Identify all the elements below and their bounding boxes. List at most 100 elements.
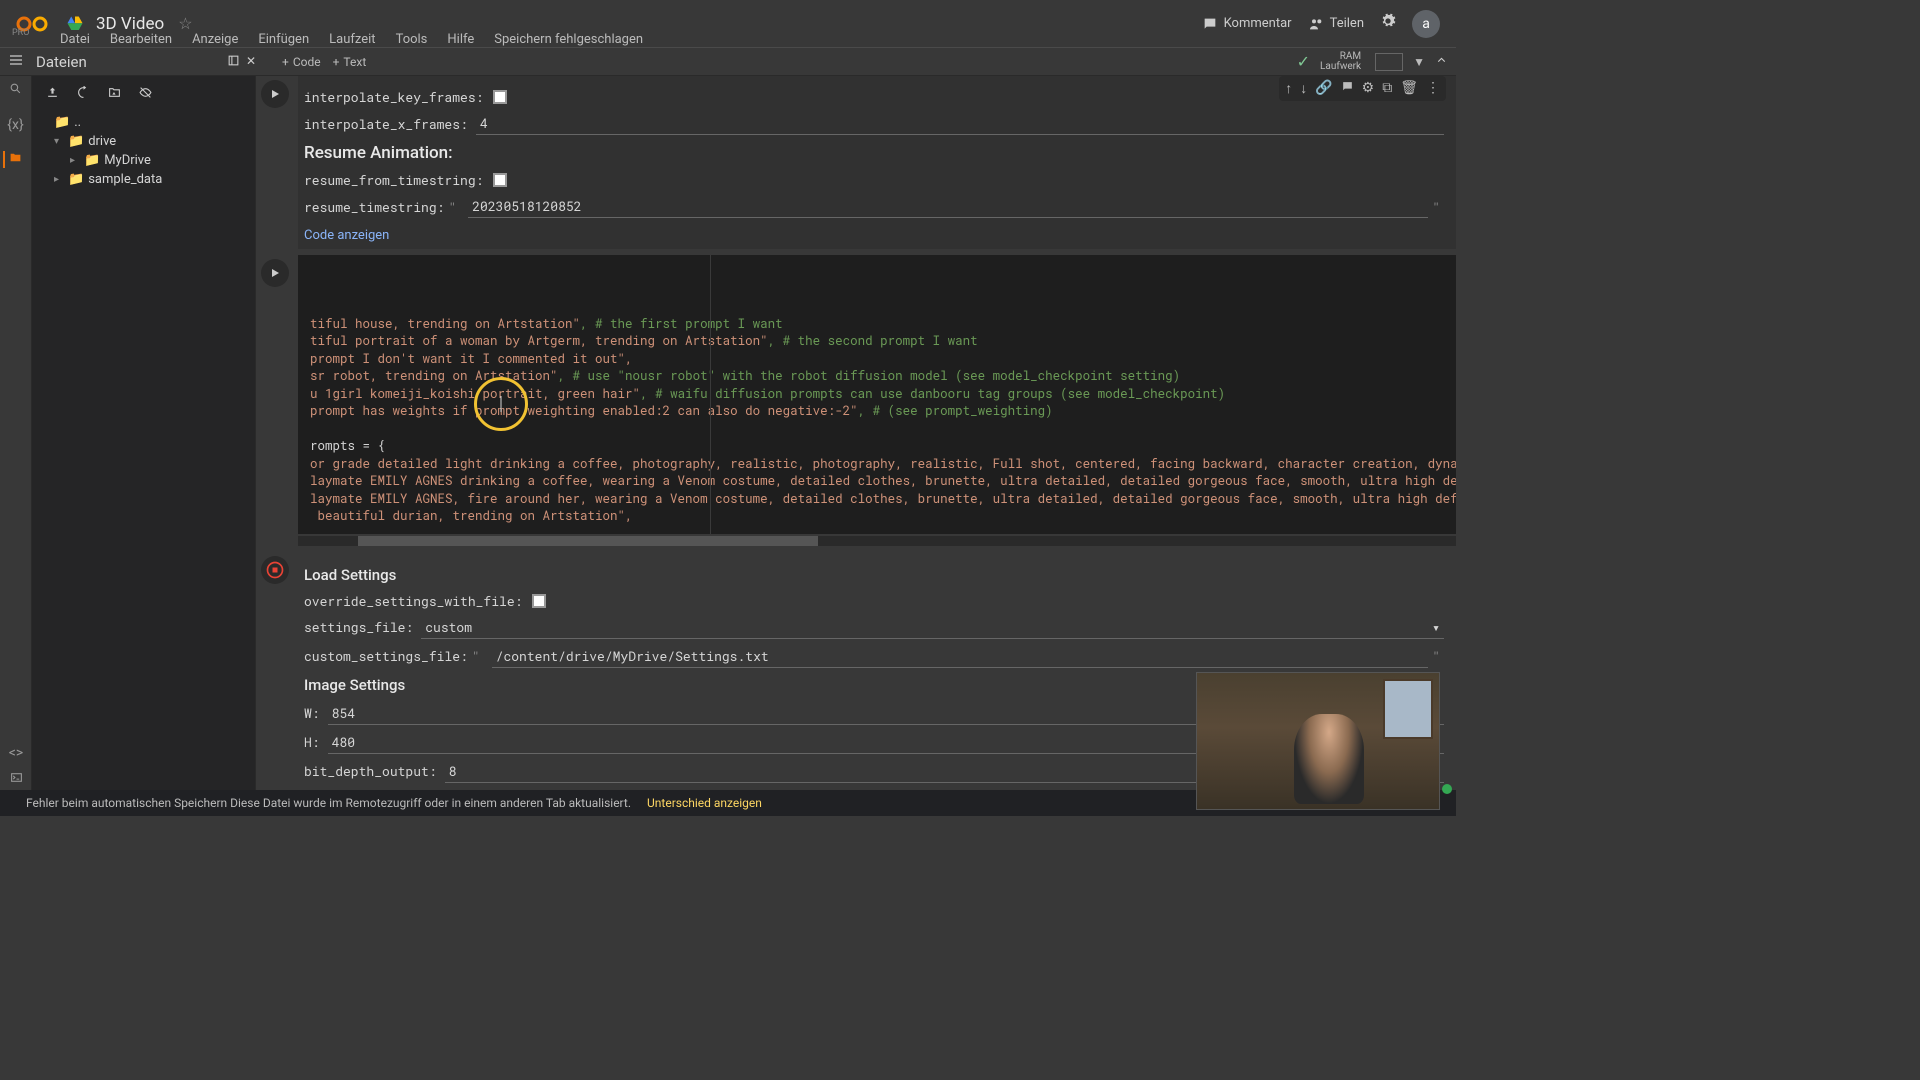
cell-gutter <box>256 255 294 546</box>
menu-laufzeit[interactable]: Laufzeit <box>319 28 385 51</box>
toolbar-secondary: Dateien ✕ +Code +Text ✓ RAM Laufwerk ▼ <box>0 48 1456 76</box>
run-button[interactable] <box>261 80 289 108</box>
add-text-button[interactable]: +Text <box>333 55 367 69</box>
code-snippet-icon[interactable]: <> <box>9 745 23 761</box>
show-code-link[interactable]: Code anzeigen <box>304 228 1444 243</box>
quote: " <box>472 647 480 665</box>
delete-icon[interactable]: 🗑 <box>1400 80 1418 97</box>
ram-info[interactable]: RAM Laufwerk <box>1320 52 1361 72</box>
tree-item-sampledata[interactable]: ▸ 📁 sample_data <box>40 170 247 189</box>
plus-icon: + <box>282 55 289 69</box>
show-diff-link[interactable]: Unterschied anzeigen <box>647 796 762 810</box>
folder-icon[interactable] <box>3 151 22 168</box>
checkmark-icon: ✓ <box>1297 52 1310 71</box>
folder-icon: 📁 <box>68 134 84 149</box>
avatar[interactable]: a <box>1412 10 1440 38</box>
menu-tools[interactable]: Tools <box>386 28 438 51</box>
code-cell-body[interactable]: tiful house, trending on Artstation", # … <box>298 255 1456 546</box>
mount-drive-icon[interactable] <box>108 84 121 103</box>
tree-parent-dir[interactable]: 📁 .. <box>40 113 247 132</box>
form-label: custom_settings_file: <box>304 647 468 665</box>
caret-right-icon: ▸ <box>70 155 80 166</box>
custom-settings-file-input[interactable] <box>492 645 1429 668</box>
left-rail: {x} <box>0 76 32 816</box>
gear-icon[interactable] <box>1380 13 1396 34</box>
form-row-interpolate-key-frames: interpolate_key_frames: <box>304 88 1444 106</box>
variables-icon[interactable]: {x} <box>7 117 23 133</box>
arrow-up-icon[interactable]: ↑ <box>1285 80 1292 97</box>
ruler-line <box>710 255 711 534</box>
settings-file-select[interactable]: custom ▾ <box>421 616 1444 639</box>
menu-bar: Datei Bearbeiten Anzeige Einfügen Laufze… <box>50 28 653 51</box>
webcam-window-bg <box>1383 679 1433 739</box>
folder-icon: 📁 <box>68 172 84 187</box>
sidebar-titlebar: Dateien ✕ <box>8 53 264 71</box>
caret-down-icon: ▾ <box>54 136 64 147</box>
upload-icon[interactable] <box>46 84 59 103</box>
checkbox-input[interactable] <box>532 594 546 608</box>
search-icon[interactable] <box>9 82 22 99</box>
scrollbar-thumb[interactable] <box>358 536 818 546</box>
terminal-icon[interactable] <box>10 771 23 788</box>
cell-body: interpolate_key_frames: interpolate_x_fr… <box>298 76 1456 249</box>
menu-datei[interactable]: Datei <box>50 28 100 51</box>
form-row-settings-file: settings_file: custom ▾ <box>304 616 1444 639</box>
ram-label: RAM <box>1320 52 1361 62</box>
menu-hilfe[interactable]: Hilfe <box>437 28 484 51</box>
horizontal-scrollbar[interactable] <box>298 536 1456 546</box>
toolbar2-right: ✓ RAM Laufwerk ▼ <box>1297 52 1448 72</box>
close-panel-icon[interactable]: ✕ <box>246 54 256 70</box>
checkbox-input[interactable] <box>493 173 507 187</box>
run-button-stop[interactable] <box>261 556 289 584</box>
add-code-button[interactable]: +Code <box>282 55 321 69</box>
file-panel: 📁 .. ▾ 📁 drive ▸ 📁 MyDrive ▸ 📁 sample_da… <box>32 76 256 816</box>
interpolate-x-frames-input[interactable] <box>476 112 1444 135</box>
form-row-custom-settings-file: custom_settings_file: " " <box>304 645 1444 668</box>
settings-icon[interactable]: ⚙ <box>1362 80 1375 97</box>
quote: " <box>448 198 456 216</box>
comment-icon[interactable] <box>1341 80 1354 97</box>
avatar-letter: a <box>1422 16 1430 32</box>
file-toolbar <box>32 84 255 113</box>
form-label: bit_depth_output: <box>304 762 437 780</box>
settings-file-value: custom <box>425 618 472 636</box>
tree-label: drive <box>88 134 116 149</box>
folder-icon: 📁 <box>54 115 70 130</box>
form-label: resume_timestring: <box>304 198 444 216</box>
form-label: override_settings_with_file: <box>304 592 522 610</box>
form-row-interpolate-x-frames: interpolate_x_frames: <box>304 112 1444 135</box>
folder-icon: 📁 <box>84 153 100 168</box>
link-icon[interactable]: 🔗 <box>1315 80 1332 97</box>
mirror-icon[interactable]: ⧉ <box>1382 80 1392 97</box>
tree-item-mydrive[interactable]: ▸ 📁 MyDrive <box>40 151 247 170</box>
refresh-icon[interactable] <box>77 84 90 103</box>
expand-icon[interactable] <box>1435 54 1448 70</box>
people-icon <box>1308 16 1324 32</box>
form-label: interpolate_x_frames: <box>304 115 468 133</box>
menu-anzeige[interactable]: Anzeige <box>182 28 248 51</box>
comment-button[interactable]: Kommentar <box>1202 16 1292 32</box>
cell-gutter <box>256 552 294 795</box>
add-buttons: +Code +Text <box>282 55 366 69</box>
share-button[interactable]: Teilen <box>1308 16 1364 32</box>
visibility-off-icon[interactable] <box>139 84 152 103</box>
save-status-error[interactable]: Speichern fehlgeschlagen <box>484 28 653 51</box>
resume-timestring-input[interactable] <box>468 195 1428 218</box>
menu-bearbeiten[interactable]: Bearbeiten <box>100 28 182 51</box>
menu-einfuegen[interactable]: Einfügen <box>248 28 319 51</box>
runtime-menu-caret-icon[interactable]: ▼ <box>1413 55 1425 69</box>
more-icon[interactable]: ⋮ <box>1426 80 1440 97</box>
hamburger-icon[interactable] <box>8 52 24 71</box>
tree-item-drive[interactable]: ▾ 📁 drive <box>40 132 247 151</box>
checkbox-input[interactable] <box>493 90 507 104</box>
run-button[interactable] <box>261 259 289 287</box>
laufwerk-label: Laufwerk <box>1320 62 1361 72</box>
arrow-down-icon[interactable]: ↓ <box>1300 80 1307 97</box>
code-editor[interactable]: tiful house, trending on Artstation", # … <box>298 255 1456 534</box>
new-window-icon[interactable] <box>227 54 240 70</box>
comment-label: Kommentar <box>1224 16 1292 31</box>
share-label: Teilen <box>1330 16 1364 31</box>
tree-label: MyDrive <box>104 153 151 168</box>
footer-error-text: Fehler beim automatischen Speichern Dies… <box>26 796 631 810</box>
form-row-resume-timestring: resume_timestring: " " <box>304 195 1444 218</box>
